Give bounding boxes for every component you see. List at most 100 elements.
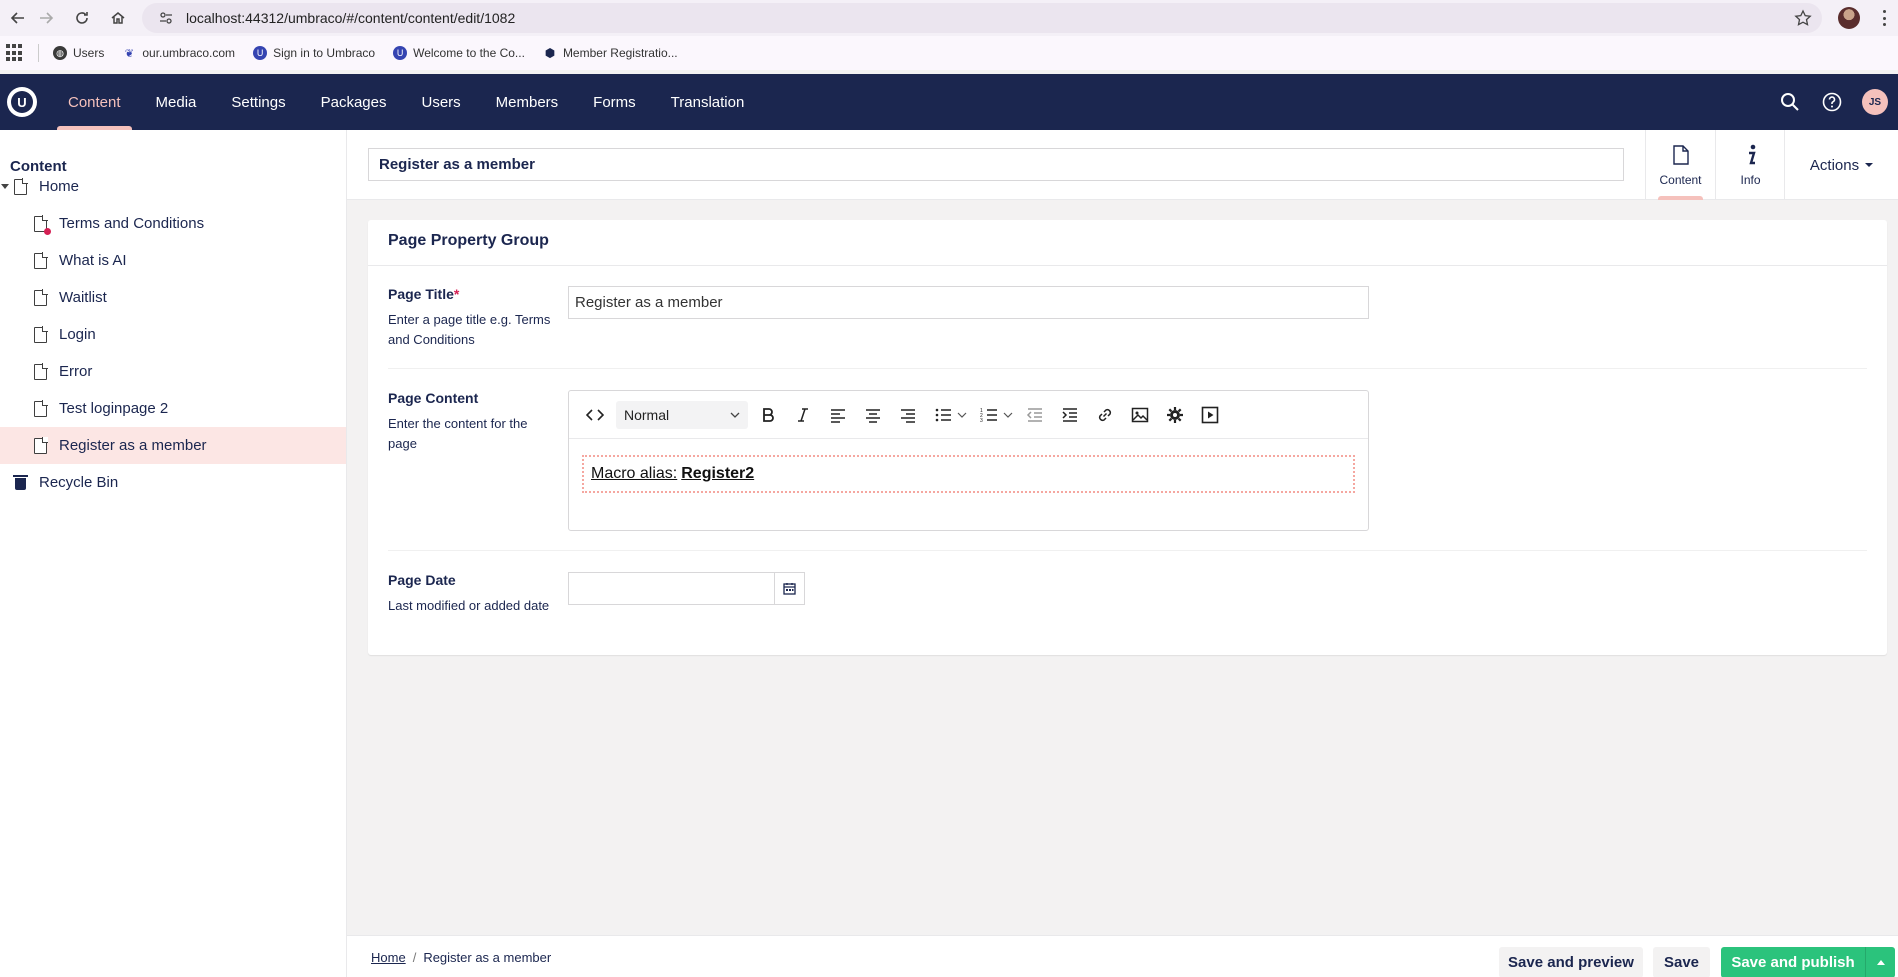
bookmark-our-umbraco[interactable]: ❦ our.umbraco.com [122,46,235,60]
bookmark-star-icon[interactable] [1794,9,1812,27]
tree-item-label: Home [39,178,80,195]
editor-header: Content Info Actions [347,130,1898,200]
macro-alias: Register2 [681,465,755,482]
breadcrumb-current: Register as a member [423,949,552,965]
align-right-icon[interactable] [894,401,922,429]
trash-icon [13,475,28,490]
tree-item-waitlist[interactable]: Waitlist [0,279,346,316]
macro-gear-icon[interactable] [1161,401,1189,429]
chevron-down-icon [730,412,740,418]
page-title-input[interactable] [568,286,1369,319]
document-icon [34,437,48,454]
bookmark-member-registration[interactable]: ⬢ Member Registratio... [543,46,678,60]
tab-info[interactable]: Info [1715,130,1785,200]
section-users[interactable]: Users [410,74,471,130]
tree-item-error[interactable]: Error [0,353,346,390]
search-icon[interactable] [1778,90,1802,114]
save-and-preview-button[interactable]: Save and preview [1499,947,1643,977]
bookmark-welcome[interactable]: U Welcome to the Co... [393,46,525,60]
tree-item-what-is-ai[interactable]: What is AI [0,242,346,279]
breadcrumb-separator: / [412,949,417,965]
page-content-description: Enter the content for the page [388,416,528,451]
tree-item-label: Waitlist [59,289,107,306]
tree-item-test-loginpage-2[interactable]: Test loginpage 2 [0,390,346,427]
calendar-icon[interactable] [775,572,805,605]
macro-placeholder[interactable]: Macro alias: Register2 [582,455,1355,493]
home-icon[interactable] [100,0,136,36]
indent-icon[interactable] [1056,401,1084,429]
save-and-publish-button[interactable]: Save and publish [1721,947,1865,977]
link-icon[interactable] [1091,401,1119,429]
align-left-icon[interactable] [824,401,852,429]
breadcrumb-home-link[interactable]: Home [371,950,406,965]
bookmark-label: Welcome to the Co... [413,46,525,60]
app-header: U Content Media Settings Packages Users … [0,74,1898,130]
rich-text-editor: Normal 123 Macro alias: Register2 [568,390,1369,531]
actions-button[interactable]: Actions [1784,130,1898,200]
section-nav: Content Media Settings Packages Users Me… [57,74,768,130]
tree-item-terms-and-conditions[interactable]: Terms and Conditions [0,205,346,242]
umbraco-favicon: ❦ [124,47,134,60]
help-icon[interactable] [1820,90,1844,114]
site-settings-icon[interactable] [156,8,176,28]
group-title: Page Property Group [388,232,549,249]
tree-item-label: Recycle Bin [39,474,119,491]
tree-item-register-as-a-member[interactable]: Register as a member [0,427,346,464]
section-translation[interactable]: Translation [660,74,756,130]
format-select[interactable]: Normal [616,400,748,429]
italic-icon[interactable] [789,401,817,429]
outdent-icon[interactable] [1021,401,1049,429]
address-bar[interactable]: localhost:44312/umbraco/#/content/conten… [142,3,1822,33]
document-icon [14,178,28,195]
source-code-icon[interactable] [581,401,609,429]
editor-footer: Home / Register as a member Save and pre… [347,935,1898,977]
content-name-input[interactable] [368,148,1624,181]
page-date-input[interactable] [568,572,775,605]
align-center-icon[interactable] [859,401,887,429]
section-media[interactable]: Media [145,74,208,130]
section-settings[interactable]: Settings [220,74,296,130]
embed-media-icon[interactable] [1196,401,1224,429]
document-unpublished-icon [34,215,51,235]
save-button[interactable]: Save [1653,947,1710,977]
header-tools: JS [1760,74,1888,130]
publish-options-caret-icon[interactable] [1865,947,1895,977]
bookmark-label: Member Registratio... [562,46,678,60]
browser-profile-avatar[interactable] [1838,7,1860,29]
format-select-value: Normal [624,406,670,423]
page-date-description: Last modified or added date [388,598,550,613]
section-packages[interactable]: Packages [310,74,398,130]
section-forms[interactable]: Forms [582,74,647,130]
tree-item-label: Login [59,326,96,343]
document-icon [34,252,48,269]
browser-menu-icon[interactable] [1878,8,1890,28]
tree-item-recycle-bin[interactable]: Recycle Bin [0,464,346,501]
image-icon[interactable] [1126,401,1154,429]
forward-arrow-icon[interactable] [28,0,64,36]
document-icon [34,326,48,343]
section-members[interactable]: Members [485,74,570,130]
content-tree: Content Home Terms and Conditions What i… [0,130,347,977]
bullet-list-icon[interactable] [929,401,957,429]
reload-icon[interactable] [64,0,100,36]
caret-down-icon [1865,163,1874,167]
umbraco-logo[interactable]: U [7,87,37,117]
bold-icon[interactable] [754,401,782,429]
section-content[interactable]: Content [57,74,132,130]
chevron-down-icon[interactable] [1003,412,1013,418]
bookmark-label: our.umbraco.com [142,46,236,60]
group-divider [368,265,1887,266]
bookmark-users[interactable]: ◍ Users [53,46,104,60]
umbraco-u-icon: U [393,46,408,60]
chevron-down-icon[interactable] [957,412,967,418]
bookmark-sign-in-umbraco[interactable]: U Sign in to Umbraco [253,46,375,60]
tab-content[interactable]: Content [1645,130,1715,200]
tree-item-home[interactable]: Home [0,168,346,205]
expand-caret-icon[interactable] [1,184,9,189]
document-icon [34,289,48,306]
tree-item-login[interactable]: Login [0,316,346,353]
numbered-list-icon[interactable]: 123 [975,401,1003,429]
property-divider [388,368,1867,369]
apps-grid-icon[interactable] [6,44,24,62]
user-avatar[interactable]: JS [1862,89,1888,115]
